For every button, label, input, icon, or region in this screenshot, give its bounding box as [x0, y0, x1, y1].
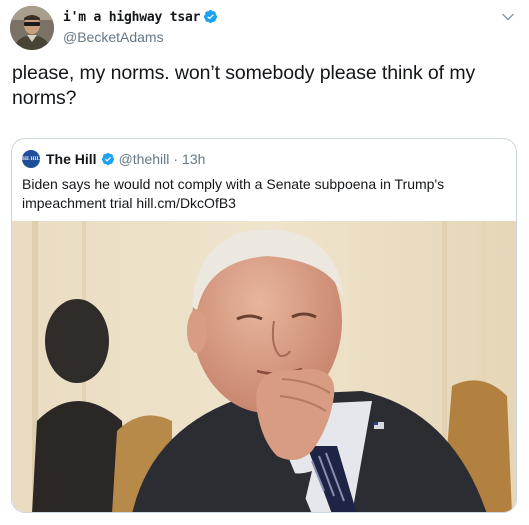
author-info: i'm a highway tsar @BecketAdams	[63, 8, 218, 45]
verified-badge-icon	[101, 152, 114, 166]
tweet-text: please, my norms. won’t somebody please …	[12, 62, 476, 109]
quoted-tweet-header: THE HILL The Hill @thehill · 13h	[18, 150, 205, 168]
quoted-author-name[interactable]: The Hill	[46, 151, 97, 167]
quoted-author-avatar[interactable]: THE HILL	[18, 150, 44, 168]
chevron-down-icon[interactable]	[501, 10, 515, 24]
quoted-tweet-card[interactable]: THE HILL The Hill @thehill · 13h Biden s…	[11, 138, 517, 513]
verified-badge-icon	[204, 9, 218, 24]
quoted-author-handle[interactable]: @thehill	[119, 151, 170, 167]
author-handle[interactable]: @BecketAdams	[63, 29, 218, 45]
separator-dot: ·	[173, 151, 179, 167]
avatar[interactable]	[10, 6, 54, 50]
quoted-author-avatar-text: THE HILL	[18, 156, 44, 162]
tweet[interactable]: i'm a highway tsar @BecketAdams please, …	[0, 0, 529, 525]
quoted-tweet-photo[interactable]	[12, 221, 516, 512]
quoted-timestamp[interactable]: 13h	[182, 151, 205, 167]
author-display-name[interactable]: i'm a highway tsar	[63, 10, 200, 25]
quoted-tweet-text: Biden says he would not comply with a Se…	[22, 176, 445, 211]
